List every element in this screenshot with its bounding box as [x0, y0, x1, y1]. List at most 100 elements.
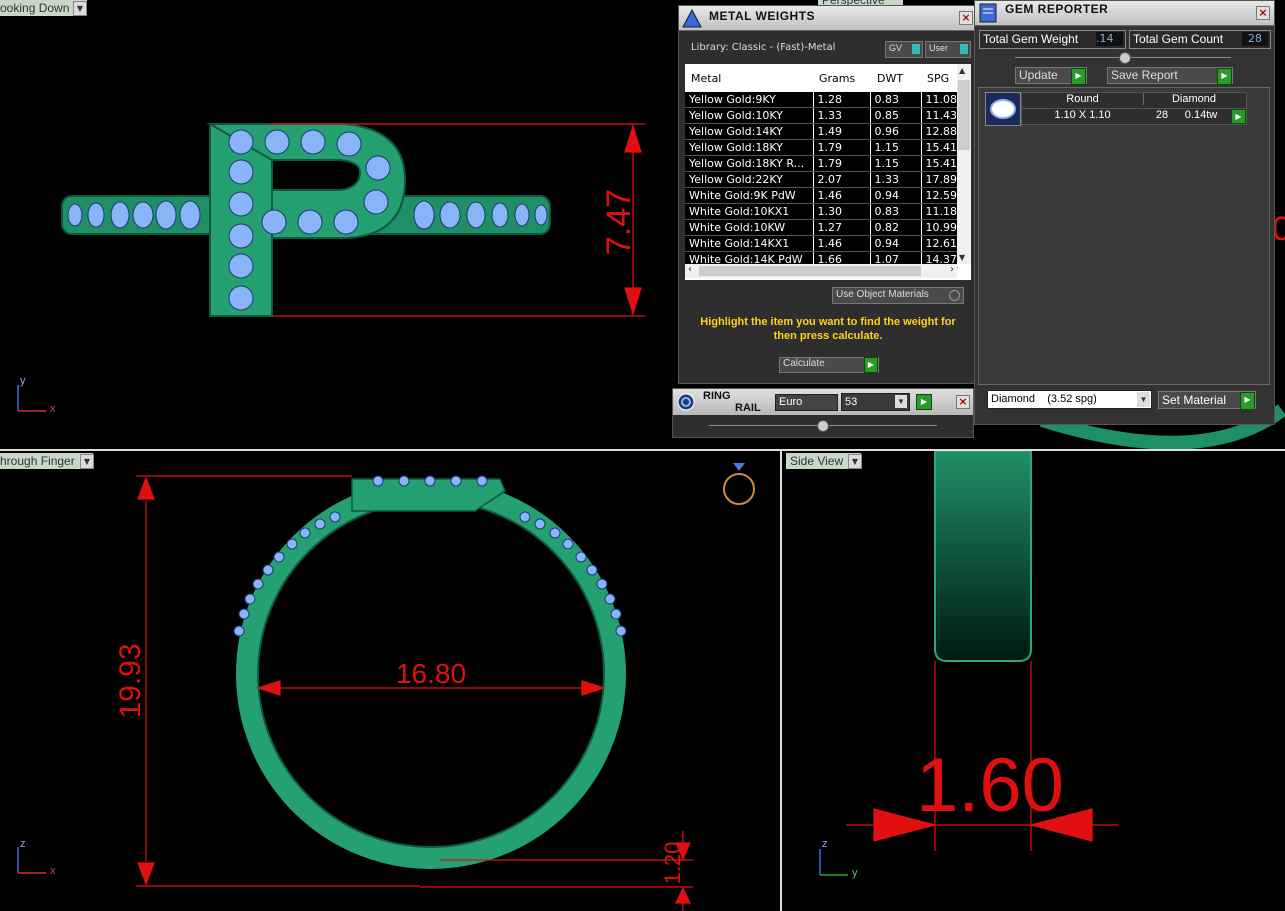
gem-count: 28 [1155, 109, 1169, 121]
dimension-height-front: 19.93 [114, 643, 147, 718]
table-cell: Yellow Gold:10KY [685, 107, 814, 124]
round-gem-icon [985, 92, 1021, 126]
metal-table-vscroll[interactable]: ▲ ▼ [957, 64, 971, 264]
table-cell: 0.85 [870, 107, 922, 124]
table-cell: 2.07 [813, 171, 871, 188]
table-cell: 0.82 [870, 219, 922, 236]
table-row[interactable]: Yellow Gold:14KY 1.49 0.96 12.88 [685, 123, 958, 140]
close-icon[interactable]: × [959, 11, 973, 25]
update-button[interactable]: Update ▶ [1015, 67, 1087, 85]
scale-icon [682, 8, 702, 28]
ring-rail-title-2: RAIL [735, 402, 761, 414]
viewport-side[interactable]: Side View ▼ 1.60 z y [782, 451, 1285, 911]
table-cell: Yellow Gold:18KY R... [685, 155, 814, 172]
axis-x-label: x [50, 403, 56, 415]
table-cell: 1.79 [813, 139, 871, 156]
table-row[interactable]: White Gold:14KX1 1.46 0.94 12.61 [685, 235, 958, 252]
table-cell: 11.43 [921, 107, 958, 124]
table-cell: 12.88 [921, 123, 958, 140]
slider-handle[interactable] [1119, 52, 1131, 64]
gem-size: 1.10 X 1.10 [1054, 109, 1111, 121]
table-cell: White Gold:9K PdW [685, 187, 814, 204]
ring-size-select[interactable]: 53 ▼ [841, 393, 910, 411]
table-cell: 1.46 [813, 235, 871, 252]
play-icon: ▶ [1217, 68, 1232, 85]
metal-weights-panel: METAL WEIGHTS × Library: Classic - (Fast… [678, 5, 976, 384]
gem-shape: Round [1022, 93, 1144, 105]
column-header-dwt[interactable]: DWT [877, 72, 903, 85]
apply-ring-size-button[interactable]: ▶ [916, 394, 932, 410]
table-cell: White Gold:14KX1 [685, 235, 814, 252]
table-cell: Yellow Gold:22KY [685, 171, 814, 188]
use-object-materials-toggle[interactable]: Use Object Materials [832, 287, 964, 304]
table-cell: 10.99 [921, 219, 958, 236]
table-row[interactable]: Yellow Gold:9KY 1.28 0.83 11.08 [685, 92, 958, 108]
table-cell: 17.89 [921, 171, 958, 188]
gem-list-row[interactable]: Round Diamond 1.10 X 1.10 28 0.14tw ▶ [985, 92, 1247, 126]
axis-y-label: y [20, 375, 26, 387]
chevron-down-icon: ▼ [895, 395, 907, 408]
gem-reporter-titlebar[interactable]: GEM REPORTER × [975, 1, 1274, 26]
close-icon[interactable]: × [1256, 6, 1270, 20]
column-header-metal[interactable]: Metal [691, 72, 721, 85]
table-row[interactable]: Yellow Gold:10KY 1.33 0.85 11.43 [685, 107, 958, 124]
table-cell: 1.30 [813, 203, 871, 220]
ring-top-model: 7.47 [17, 123, 645, 412]
table-row[interactable]: Yellow Gold:18KY R... 1.79 1.15 15.41 [685, 155, 958, 172]
play-icon: ▶ [1240, 392, 1255, 410]
table-cell: 0.96 [870, 123, 922, 140]
table-cell: 1.27 [813, 219, 871, 236]
viewport-front[interactable]: hrough Finger ▼ 16.80 19.93 1.20 z x [0, 451, 780, 911]
table-cell: 0.83 [870, 203, 922, 220]
table-cell: 11.08 [921, 92, 958, 108]
library-label: Library: Classic - (Fast)-Metal [691, 42, 836, 53]
table-cell: 15.41 [921, 139, 958, 156]
table-cell: 12.61 [921, 235, 958, 252]
total-gem-count-box: Total Gem Count 28 [1129, 30, 1271, 49]
viewport-top[interactable]: ooking Down ▼ 7.47 y x [0, 0, 780, 449]
metal-weights-titlebar[interactable]: METAL WEIGHTS × [679, 6, 975, 31]
play-icon: ▶ [864, 357, 878, 373]
table-row[interactable]: Yellow Gold:22KY 2.07 1.33 17.89 [685, 171, 958, 188]
table-cell: 15.41 [921, 155, 958, 172]
table-cell: 1.33 [813, 107, 871, 124]
table-row[interactable]: White Gold:10KX1 1.30 0.83 11.18 [685, 203, 958, 220]
metal-table-hscroll[interactable]: ‹ › [685, 264, 957, 278]
save-report-button[interactable]: Save Report ▶ [1107, 67, 1233, 85]
dimension-height-top: 7.47 [600, 189, 638, 255]
column-header-spg[interactable]: SPG [927, 72, 949, 85]
user-toggle[interactable]: User [925, 41, 971, 58]
gem-list: Round Diamond 1.10 X 1.10 28 0.14tw ▶ [978, 87, 1270, 385]
gem-reporter-title: GEM REPORTER [1005, 2, 1109, 16]
metal-table-container[interactable]: Metal Grams DWT SPG Yellow Gold:9KY 1.28 0… [685, 64, 971, 280]
column-header-grams[interactable]: Grams [819, 72, 855, 85]
gv-toggle[interactable]: GV [885, 41, 923, 58]
axis-z-label: z [20, 838, 26, 850]
material-select[interactable]: Diamond (3.52 spg) ▼ [987, 390, 1152, 409]
table-row[interactable]: White Gold:10KW 1.27 0.82 10.99 [685, 219, 958, 236]
table-cell: White Gold:10KX1 [685, 203, 814, 220]
table-row[interactable]: White Gold:9K PdW 1.46 0.94 12.59 [685, 187, 958, 204]
slider-handle[interactable] [817, 420, 829, 432]
ring-standard-field[interactable]: Euro [775, 394, 838, 411]
total-gem-weight-box: Total Gem Weight .14 [979, 30, 1126, 49]
dimension-band-width: 1.60 [916, 743, 1064, 828]
close-icon[interactable]: × [956, 395, 970, 409]
ring-rail-title-1: RING [703, 390, 731, 402]
set-material-button[interactable]: Set Material ▶ [1158, 391, 1256, 410]
table-row[interactable]: Yellow Gold:18KY 1.79 1.15 15.41 [685, 139, 958, 156]
ring-side-model: 1.60 [819, 451, 1118, 876]
table-cell: 0.83 [870, 92, 922, 108]
table-cell: 1.15 [870, 139, 922, 156]
table-cell: Yellow Gold:18KY [685, 139, 814, 156]
dimension-band-thickness: 1.20 [660, 842, 685, 885]
metal-table: Yellow Gold:9KY 1.28 0.83 11.08 Yellow Gold:… [685, 92, 958, 268]
gem-report-icon [979, 3, 997, 23]
calculate-button[interactable]: Calculate ▶ [779, 357, 879, 373]
total-gem-count-value: 28 [1242, 32, 1268, 46]
play-icon[interactable]: ▶ [1231, 109, 1246, 124]
axis-z-label: z [822, 838, 828, 850]
table-cell: 0.94 [870, 235, 922, 252]
chevron-down-icon: ▼ [1137, 392, 1150, 407]
table-cell: 11.18 [921, 203, 958, 220]
